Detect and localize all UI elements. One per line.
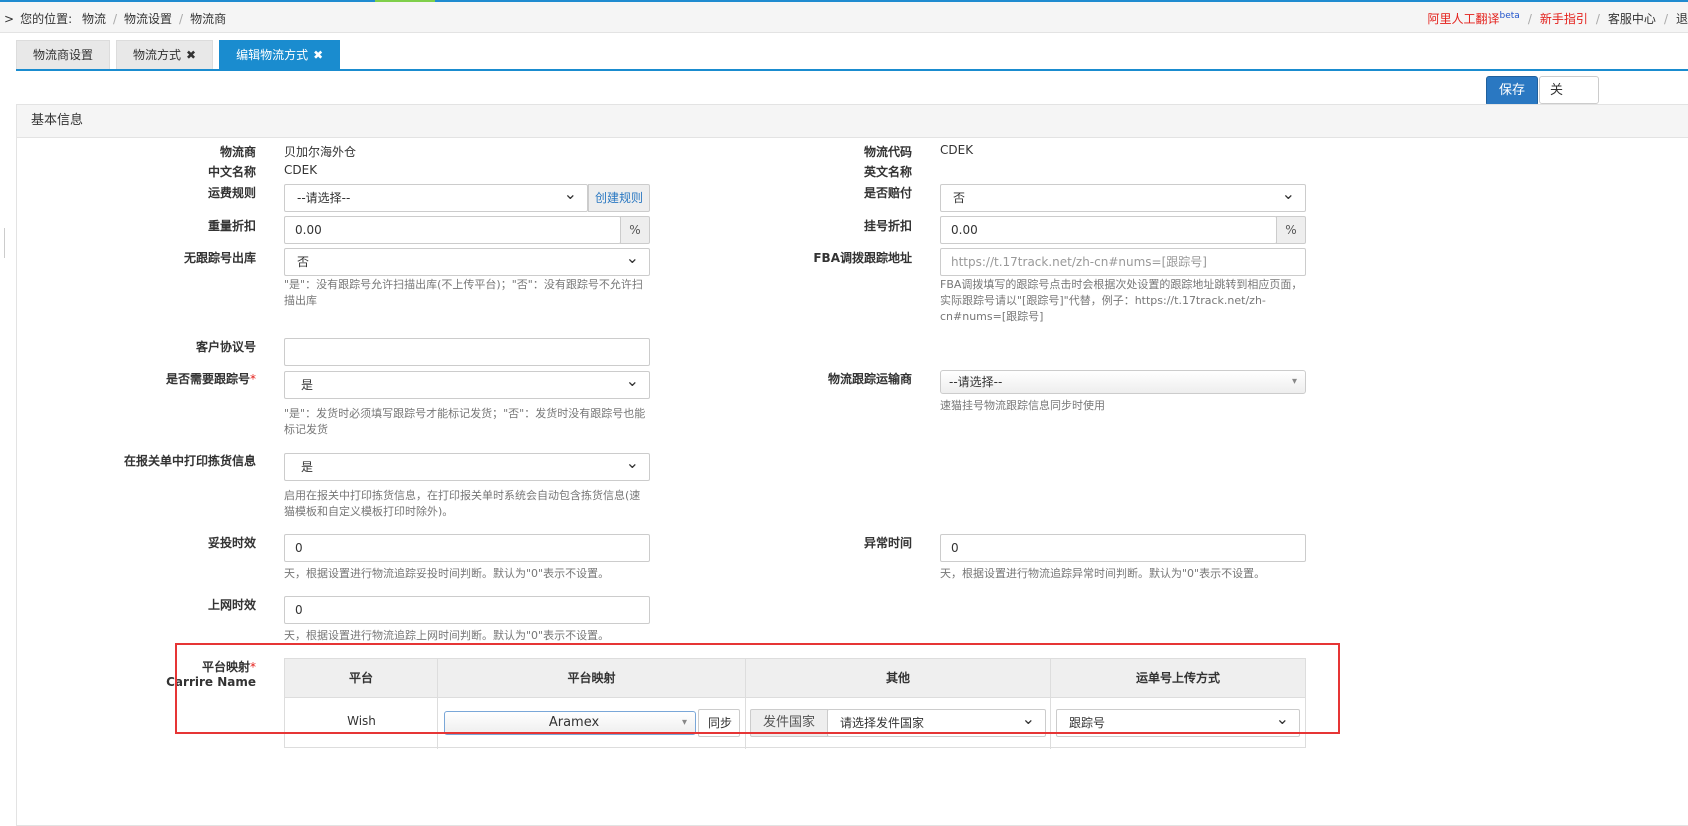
breadcrumb: >您的位置: 物流/物流设置/物流商 <box>4 10 226 27</box>
abnormal-time-label: 异常时间 <box>756 534 912 551</box>
service-link[interactable]: 客服中心 <box>1608 12 1656 26</box>
close-icon[interactable]: ✖ <box>313 48 323 62</box>
print-pick-help: 启用在报关中打印拣货信息，在打印报关单时系统会自动包含拣货信息(速猫模板和自定义… <box>284 488 650 520</box>
no-track-out-value: 否 <box>297 255 309 269</box>
tab-edit-shipping-method[interactable]: 编辑物流方式 ✖ <box>219 40 340 69</box>
weight-discount-unit: % <box>620 216 650 244</box>
fba-url-label: FBA调拨跟踪地址 <box>756 249 912 266</box>
delivery-time-input[interactable]: 0 <box>284 534 650 562</box>
print-pick-select[interactable]: 是 <box>284 453 650 481</box>
tab-label: 编辑物流方式 <box>236 48 308 62</box>
weight-discount-label: 重量折扣 <box>100 217 256 234</box>
customer-no-label: 客户协议号 <box>100 338 256 355</box>
track-carrier-select[interactable]: --请选择-- <box>940 370 1306 394</box>
top-links: 阿里人工翻译beta/新手指引/客服中心/退 <box>1428 10 1688 27</box>
en-name-label: 英文名称 <box>756 163 912 180</box>
highlight-box <box>175 643 1340 734</box>
breadcrumb-item-carrier[interactable]: 物流商 <box>190 12 226 26</box>
code-label: 物流代码 <box>756 143 912 160</box>
tab-shipping-methods[interactable]: 物流方式 ✖ <box>116 40 213 69</box>
track-carrier-value: --请选择-- <box>949 375 1002 389</box>
logout-link[interactable]: 退 <box>1676 12 1688 26</box>
freight-rule-value: --请选择-- <box>297 191 350 205</box>
no-track-out-select[interactable]: 否 <box>284 248 650 276</box>
carrier-value: 贝加尔海外仓 <box>284 143 356 160</box>
beta-badge: beta <box>1500 11 1520 21</box>
close-icon[interactable]: ✖ <box>186 48 196 62</box>
tab-carrier-settings[interactable]: 物流商设置 <box>16 40 110 69</box>
track-carrier-label: 物流跟踪运输商 <box>756 370 912 387</box>
no-track-out-help: "是"：没有跟踪号允许扫描出库(不上传平台)；"否"：没有跟踪号不允许扫描出库 <box>284 277 650 309</box>
fba-url-input[interactable]: https://t.17track.net/zh-cn#nums=[跟踪号] <box>940 248 1306 276</box>
freight-rule-select[interactable]: --请选择-- <box>284 184 588 212</box>
track-carrier-help: 速猫挂号物流跟踪信息同步时使用 <box>940 398 1306 414</box>
tab-label: 物流方式 <box>133 48 181 62</box>
customer-no-input[interactable] <box>284 338 650 366</box>
tab-underline <box>16 69 1688 71</box>
save-button[interactable]: 保存 <box>1486 76 1538 106</box>
breadcrumb-prefix: 您的位置: <box>20 12 72 26</box>
online-time-help: 天，根据设置进行物流追踪上网时间判断。默认为"0"表示不设置。 <box>284 628 650 644</box>
compensate-value: 否 <box>953 191 965 205</box>
online-time-label: 上网时效 <box>100 596 256 613</box>
need-tracking-help: "是"：发货时必须填写跟踪号才能标记发货；"否"：发货时没有跟踪号也能标记发货 <box>284 406 650 438</box>
freight-rule-label: 运费规则 <box>100 184 256 201</box>
compensate-select[interactable]: 否 <box>940 184 1306 212</box>
delivery-time-label: 妥投时效 <box>100 534 256 551</box>
tab-bar: 物流商设置 物流方式 ✖ 编辑物流方式 ✖ <box>16 40 346 70</box>
abnormal-time-help: 天，根据设置进行物流追踪异常时间判断。默认为"0"表示不设置。 <box>940 566 1306 582</box>
print-pick-value: 是 <box>301 460 313 474</box>
chevron-right-icon[interactable]: > <box>4 12 14 26</box>
breadcrumb-item-logistics[interactable]: 物流 <box>82 12 106 26</box>
online-time-input[interactable]: 0 <box>284 596 650 624</box>
abnormal-time-input[interactable]: 0 <box>940 534 1306 562</box>
compensate-label: 是否赔付 <box>756 184 912 201</box>
reg-discount-input[interactable]: 0.00 <box>940 216 1277 244</box>
cn-name-value: CDEK <box>284 163 317 177</box>
top-bar: >您的位置: 物流/物流设置/物流商 阿里人工翻译beta/新手指引/客服中心/… <box>0 2 1688 33</box>
need-tracking-value: 是 <box>301 378 313 392</box>
tab-label: 物流商设置 <box>33 48 93 62</box>
no-track-out-label: 无跟踪号出库 <box>100 249 256 266</box>
side-collapse-handle[interactable] <box>0 228 5 258</box>
create-rule-button[interactable]: 创建规则 <box>588 184 650 212</box>
reg-discount-unit: % <box>1276 216 1306 244</box>
guide-link[interactable]: 新手指引 <box>1540 12 1588 26</box>
delivery-time-help: 天，根据设置进行物流追踪妥投时间判断。默认为"0"表示不设置。 <box>284 566 650 582</box>
fba-url-help: FBA调拨填写的跟踪号点击时会根据次处设置的跟踪地址跳转到相应页面，实际跟踪号请… <box>940 277 1306 325</box>
need-tracking-select[interactable]: 是 <box>284 371 650 399</box>
need-tracking-label-text: 是否需要跟踪号 <box>166 372 250 386</box>
print-pick-label: 在报关单中打印拣货信息 <box>100 452 256 469</box>
required-mark: * <box>250 372 256 386</box>
carrier-label: 物流商 <box>100 143 256 160</box>
reg-discount-label: 挂号折扣 <box>756 217 912 234</box>
translate-link[interactable]: 阿里人工翻译 <box>1428 12 1500 26</box>
breadcrumb-item-settings[interactable]: 物流设置 <box>124 12 172 26</box>
close-button[interactable]: 关 <box>1539 76 1599 104</box>
cn-name-label: 中文名称 <box>100 163 256 180</box>
weight-discount-input[interactable]: 0.00 <box>284 216 621 244</box>
need-tracking-label: 是否需要跟踪号* <box>100 370 256 387</box>
code-value: CDEK <box>940 143 973 157</box>
panel-title: 基本信息 <box>17 105 1688 138</box>
